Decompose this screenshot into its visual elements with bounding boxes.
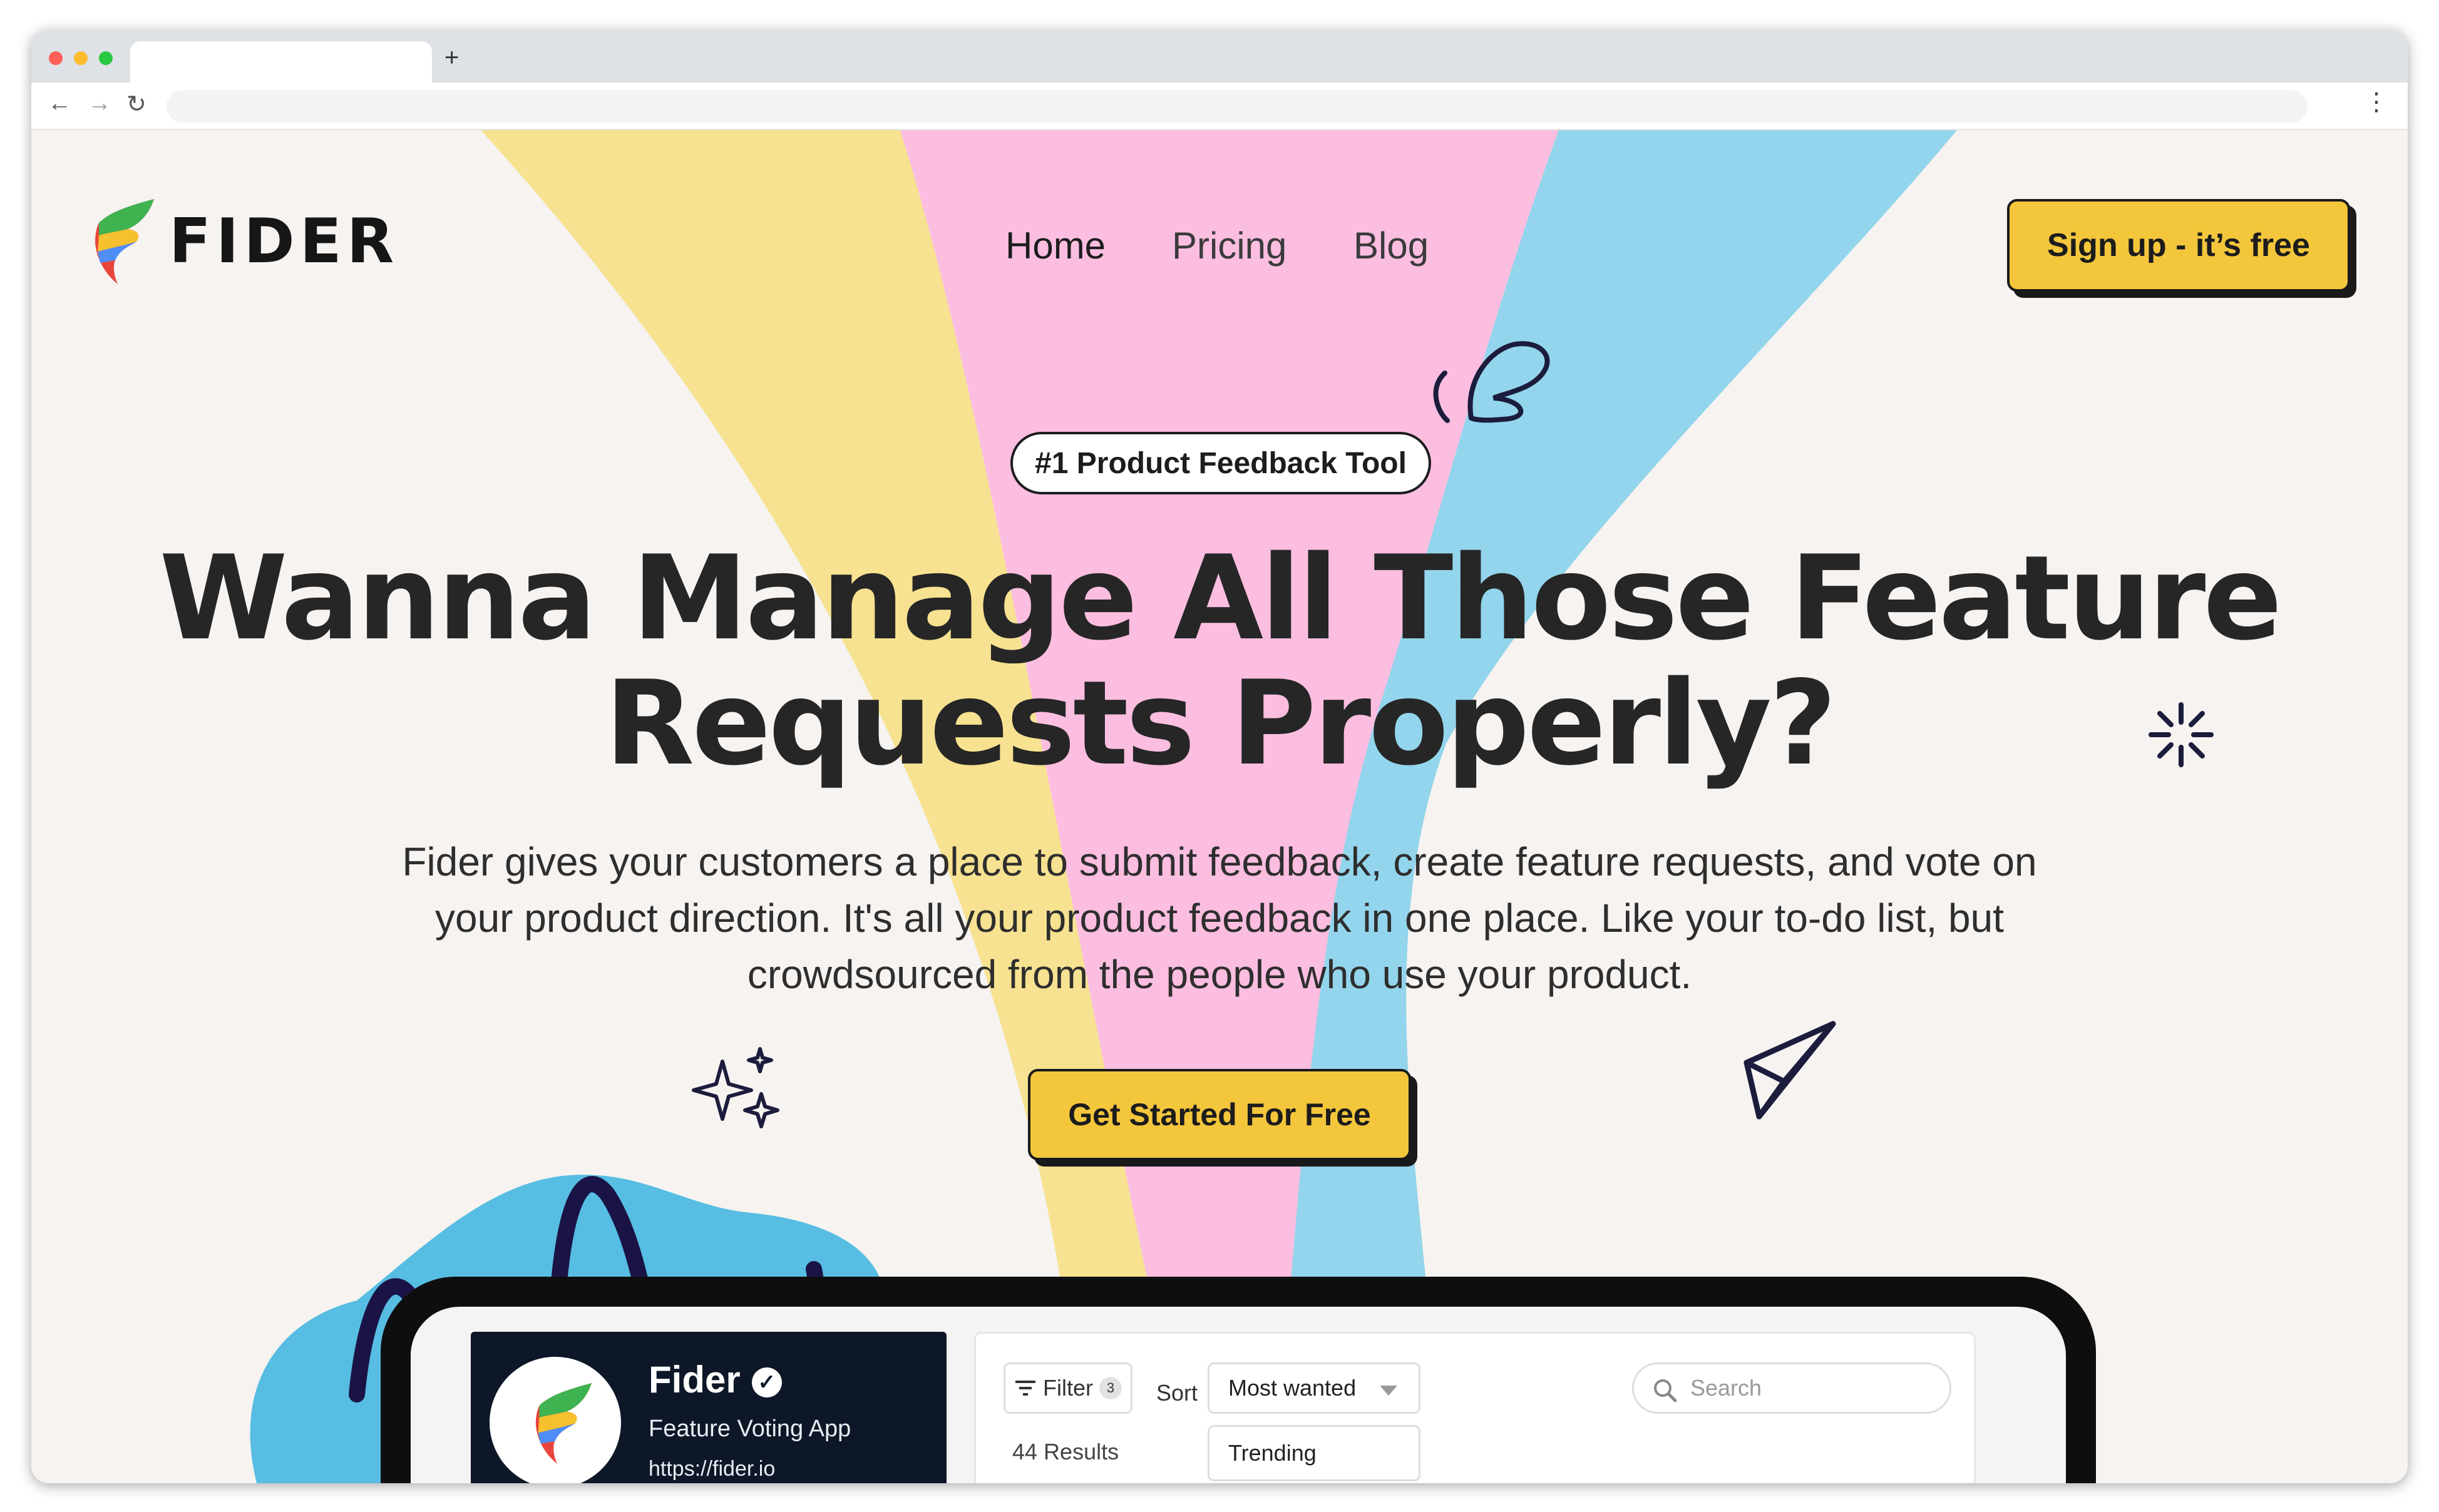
browser-window: + ← → ↻ ⋮ FIDER Home Pricing Blog Sign u… [31, 30, 2408, 1483]
search-placeholder: Search [1690, 1375, 1762, 1401]
sort-select[interactable]: Most wanted [1208, 1362, 1420, 1414]
nav-pricing[interactable]: Pricing [1172, 224, 1286, 267]
back-icon[interactable]: ← [48, 90, 71, 117]
filter-button[interactable]: Filter 3 [1004, 1362, 1132, 1414]
sort-label: Sort [1156, 1380, 1198, 1406]
sort-option-trending[interactable]: Trending [1208, 1425, 1420, 1481]
fider-logo-small-icon [535, 1382, 592, 1464]
hero-headline: Wanna Manage All Those Feature Requests … [31, 536, 2408, 786]
nav-home[interactable]: Home [1005, 224, 1106, 267]
chevron-down-icon [1380, 1386, 1397, 1396]
fider-flame-logo-icon [95, 199, 154, 284]
browser-toolbar: ← → ↻ ⋮ [31, 83, 2408, 130]
verified-icon: ✓ [751, 1367, 782, 1398]
hero-subtitle: Fider gives your customers a place to su… [402, 839, 2037, 997]
get-started-button[interactable]: Get Started For Free [1028, 1069, 1411, 1160]
forward-icon[interactable]: → [88, 90, 111, 117]
results-count: 44 Results [1012, 1439, 1119, 1464]
tab-bar: + [31, 30, 2408, 83]
brand-name: FIDER [169, 206, 399, 277]
address-bar[interactable] [167, 90, 2308, 123]
browser-menu-icon[interactable]: ⋮ [2364, 88, 2389, 116]
app-preview-device: Fider ✓ Feature Voting App https://fider.… [381, 1277, 2096, 1483]
maximize-window-icon[interactable] [99, 51, 113, 65]
signup-button[interactable]: Sign up - it’s free [2007, 199, 2350, 292]
site-header-card: Fider ✓ Feature Voting App https://fider.… [471, 1332, 947, 1483]
hero-badge: #1 Product Feedback Tool [1010, 432, 1431, 494]
nav-blog[interactable]: Blog [1353, 224, 1429, 267]
paper-plane-icon [1743, 1021, 1836, 1120]
reload-icon[interactable]: ↻ [126, 90, 146, 118]
sort-value: Most wanted [1228, 1375, 1357, 1401]
headline-line-2: Requests Properly? [605, 655, 1837, 791]
headline-line-1: Wanna Manage All Those Feature [159, 530, 2282, 666]
filter-icon [1015, 1381, 1035, 1396]
site-logo [490, 1357, 621, 1483]
app-preview-screen: Fider ✓ Feature Voting App https://fider.… [411, 1307, 2066, 1483]
search-input[interactable]: Search [1632, 1362, 1951, 1414]
site-url[interactable]: https://fider.io [649, 1457, 775, 1481]
brand-logo[interactable]: FIDER [93, 198, 399, 285]
close-window-icon[interactable] [49, 51, 63, 65]
filter-count-badge: 3 [1099, 1377, 1122, 1399]
filter-label: Filter [1043, 1375, 1093, 1401]
site-name-row: Fider ✓ [649, 1358, 782, 1401]
browser-tab[interactable] [130, 41, 432, 83]
posts-panel: Filter 3 Sort Most wanted 44 Results Tre… [974, 1332, 1976, 1483]
search-icon [1654, 1379, 1677, 1402]
new-tab-icon[interactable]: + [444, 44, 459, 72]
site-name: Fider [649, 1359, 741, 1401]
page-content: FIDER Home Pricing Blog Sign up - it’s f… [31, 130, 2408, 1483]
minimize-window-icon[interactable] [74, 51, 88, 65]
stars-icon [692, 1047, 779, 1128]
site-description: Feature Voting App [649, 1416, 851, 1442]
